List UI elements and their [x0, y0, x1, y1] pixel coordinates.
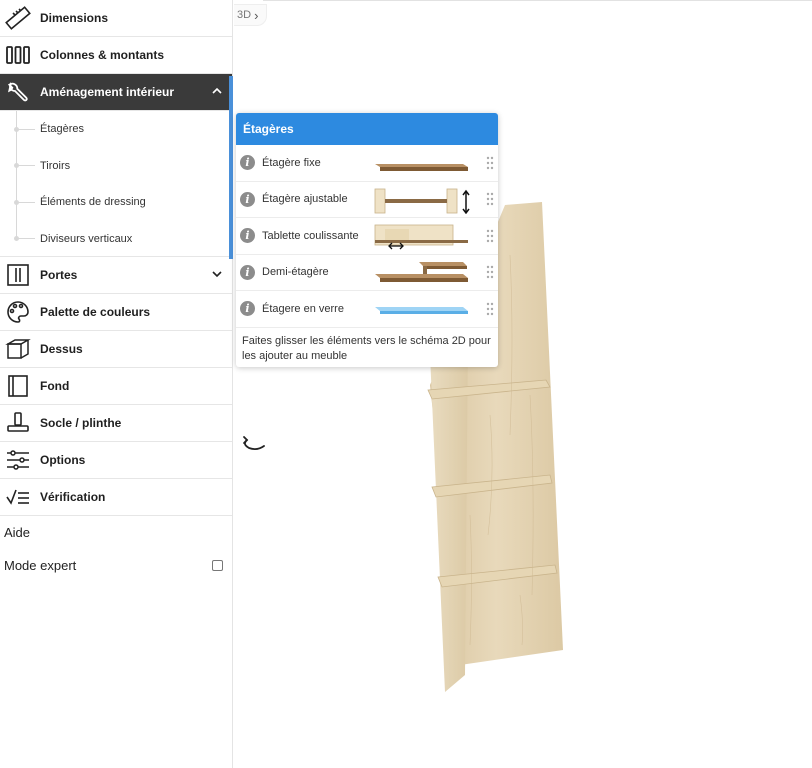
submenu-item-dividers[interactable]: Diviseurs verticaux	[0, 221, 232, 258]
wrench-icon	[2, 79, 34, 105]
shelf-option-label: Étagere en verre	[262, 302, 344, 315]
info-icon[interactable]: i	[240, 228, 255, 244]
door-icon	[2, 262, 34, 288]
expert-mode-checkbox[interactable]	[212, 560, 223, 571]
rotate-view-icon[interactable]	[240, 434, 268, 454]
help-link[interactable]: Aide	[0, 516, 232, 549]
columns-icon	[2, 42, 34, 68]
popup-title: Étagères	[236, 113, 498, 145]
view-toggle-label: 3D	[237, 9, 252, 21]
sidebar-item-label: Aménagement intérieur	[40, 85, 175, 99]
sidebar-item-label: Fond	[40, 379, 70, 393]
sidebar-item-dimensions[interactable]: Dimensions	[0, 0, 232, 37]
plinth-icon	[2, 410, 34, 436]
popup-hint-text: Faites glisser les éléments vers le sché…	[242, 334, 491, 362]
half-shelf-thumbnail	[375, 261, 468, 282]
drag-handle-icon[interactable]	[486, 192, 494, 206]
top-box-icon	[2, 336, 34, 362]
back-panel-icon	[2, 373, 34, 399]
shelf-option-adjustable[interactable]: i Étagère ajustable	[236, 182, 498, 218]
submenu-item-dressing[interactable]: Éléments de dressing	[0, 184, 232, 221]
sidebar-item-label: Colonnes & montants	[40, 48, 165, 62]
shelf-option-sliding[interactable]: i Tablette coulissante	[236, 218, 498, 255]
sidebar-item-columns[interactable]: Colonnes & montants	[0, 37, 232, 74]
sidebar-item-verification[interactable]: Vérification	[0, 479, 232, 516]
sliding-shelf-thumbnail	[374, 224, 468, 250]
drag-handle-icon[interactable]	[486, 156, 494, 170]
sidebar-item-palette[interactable]: Palette de couleurs	[0, 294, 232, 331]
sidebar-item-interior[interactable]: Aménagement intérieur	[0, 74, 232, 111]
sidebar-item-plinth[interactable]: Socle / plinthe	[0, 405, 232, 442]
submenu-item-shelves[interactable]: Étagères	[0, 111, 232, 148]
chevron-up-icon	[212, 86, 222, 98]
canvas-top-border	[263, 0, 812, 1]
shelf-option-glass[interactable]: i Étagere en verre	[236, 291, 498, 328]
drag-handle-icon[interactable]	[486, 302, 494, 316]
sidebar: Dimensions Colonnes & montants Aménageme…	[0, 0, 233, 768]
submenu-item-label: Éléments de dressing	[40, 196, 146, 209]
info-icon[interactable]: i	[240, 264, 255, 280]
info-icon[interactable]: i	[240, 155, 255, 171]
sidebar-item-label: Vérification	[40, 490, 106, 504]
expert-mode-row: Mode expert	[0, 549, 232, 582]
info-icon[interactable]: i	[240, 301, 255, 317]
tree-connector	[17, 201, 35, 203]
sidebar-item-back[interactable]: Fond	[0, 368, 232, 405]
shelf-option-half[interactable]: i Demi-étagère	[236, 255, 498, 291]
sidebar-item-label: Socle / plinthe	[40, 416, 122, 430]
submenu-item-label: Diviseurs verticaux	[40, 232, 133, 245]
submenu-item-label: Étagères	[40, 123, 85, 136]
tree-connector	[17, 238, 35, 240]
shelf-option-label: Tablette coulissante	[262, 229, 359, 242]
help-label: Aide	[4, 525, 31, 540]
sidebar-item-label: Portes	[40, 268, 78, 282]
shelf-option-fixed[interactable]: i Étagère fixe	[236, 145, 498, 182]
ruler-icon	[2, 5, 34, 31]
sidebar-item-doors[interactable]: Portes	[0, 257, 232, 294]
sidebar-item-top[interactable]: Dessus	[0, 331, 232, 368]
sidebar-item-label: Options	[40, 453, 86, 467]
palette-icon	[2, 299, 34, 325]
checklist-icon	[2, 484, 34, 510]
shelf-option-label: Demi-étagère	[262, 266, 329, 279]
info-icon[interactable]: i	[240, 191, 255, 207]
sidebar-item-options[interactable]: Options	[0, 442, 232, 479]
shelf-option-label: Étagère fixe	[262, 156, 321, 169]
submenu-item-label: Tiroirs	[40, 159, 71, 172]
fixed-shelf-thumbnail	[375, 164, 468, 171]
interior-submenu: Étagères Tiroirs Éléments de dressing Di…	[0, 111, 232, 257]
submenu-item-drawers[interactable]: Tiroirs	[0, 148, 232, 185]
sidebar-item-label: Palette de couleurs	[40, 305, 151, 319]
adjustable-shelf-thumbnail	[374, 188, 470, 214]
sliders-icon	[2, 447, 34, 473]
sidebar-item-label: Dessus	[40, 342, 83, 356]
drag-handle-icon[interactable]	[486, 229, 494, 243]
chevron-right-icon: ›	[254, 7, 259, 23]
shelves-popup: Étagères i Étagère fixe i Étagère ajusta…	[236, 113, 498, 367]
tree-connector	[17, 128, 35, 130]
tree-connector	[17, 165, 35, 167]
glass-shelf-thumbnail	[375, 307, 468, 314]
sidebar-item-label: Dimensions	[40, 11, 109, 25]
drag-handle-icon[interactable]	[486, 265, 494, 279]
shelf-option-label: Étagère ajustable	[262, 193, 348, 206]
chevron-down-icon	[212, 269, 222, 281]
view-toggle-3d[interactable]: 3D ›	[234, 4, 268, 26]
expert-mode-label: Mode expert	[4, 558, 77, 573]
